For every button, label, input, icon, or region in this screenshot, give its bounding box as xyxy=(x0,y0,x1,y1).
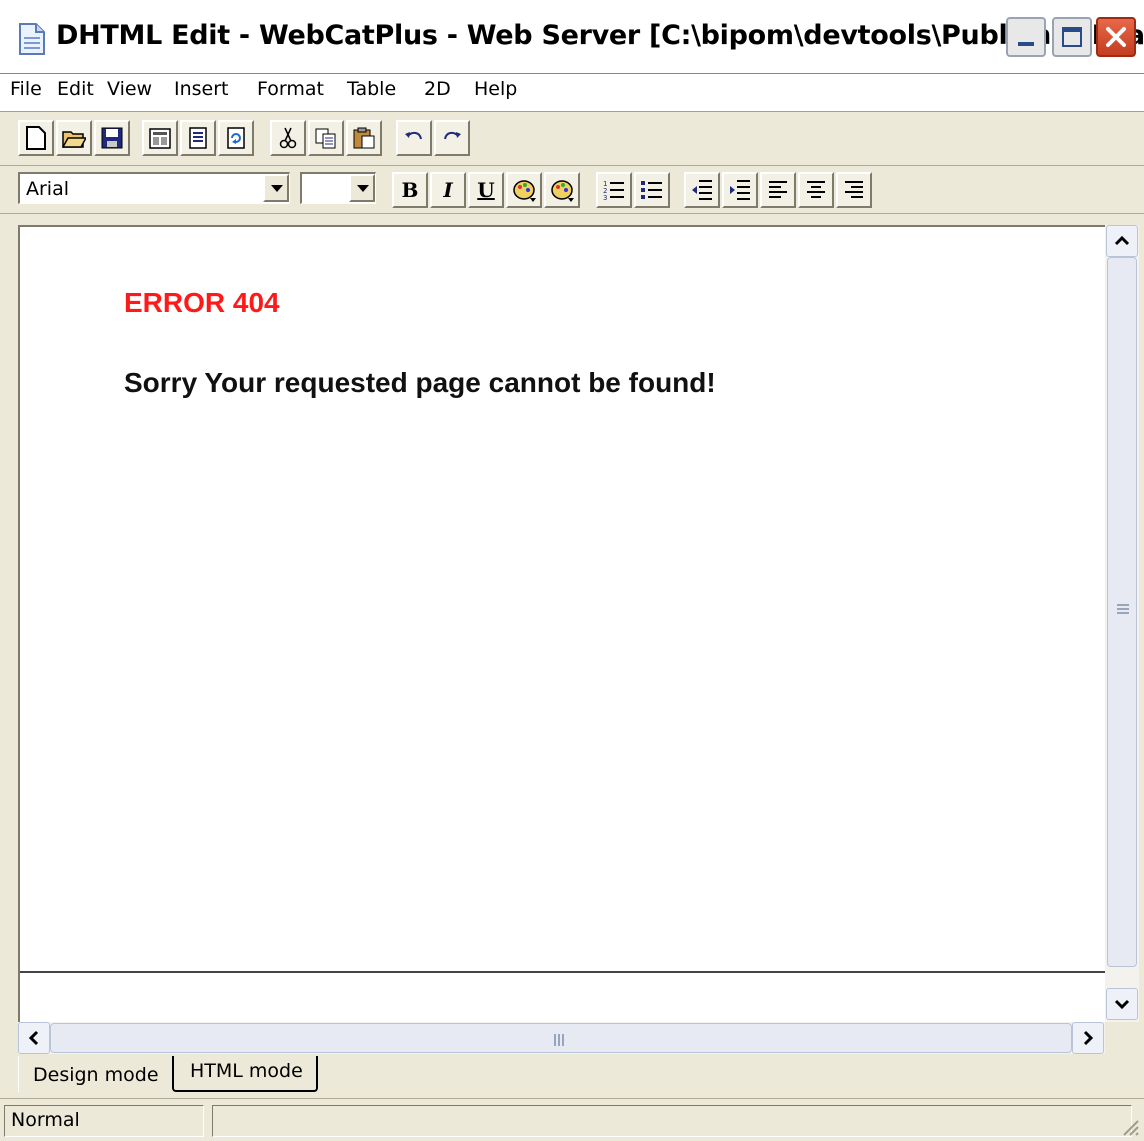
menu-insert[interactable]: Insert xyxy=(174,78,229,100)
menu-bar: File Edit View Insert Format Table 2D He… xyxy=(0,74,1144,112)
resize-grip-icon[interactable] xyxy=(1118,1115,1140,1137)
align-left-icon xyxy=(769,181,787,198)
redo-button[interactable] xyxy=(434,120,470,156)
copy-button[interactable] xyxy=(308,120,344,156)
scroll-up-button[interactable] xyxy=(1106,225,1138,257)
vertical-scrollbar[interactable] xyxy=(1105,225,1139,1022)
cut-button[interactable] xyxy=(270,120,306,156)
standard-toolbar xyxy=(0,112,1144,166)
align-center-icon xyxy=(807,181,825,198)
properties-button[interactable] xyxy=(142,120,178,156)
menu-table[interactable]: Table xyxy=(347,78,396,100)
size-select[interactable] xyxy=(300,172,376,204)
error-message: Sorry Your requested page cannot be foun… xyxy=(124,367,716,398)
format-toolbar: Arial B I U 123 xyxy=(0,166,1144,214)
svg-text:3: 3 xyxy=(603,194,607,202)
undo-button[interactable] xyxy=(396,120,432,156)
close-icon xyxy=(1106,27,1126,47)
outdent-button[interactable] xyxy=(684,172,720,208)
indent-icon xyxy=(730,180,750,200)
tab-design-mode[interactable]: Design mode xyxy=(18,1056,171,1092)
menu-edit[interactable]: Edit xyxy=(57,78,94,100)
mode-tabs: Design mode HTML mode xyxy=(0,1056,1144,1096)
close-button[interactable] xyxy=(1096,17,1136,57)
scroll-down-button[interactable] xyxy=(1106,988,1138,1020)
status-style: Normal xyxy=(4,1105,204,1137)
app-icon xyxy=(19,23,45,55)
menu-format[interactable]: Format xyxy=(257,78,324,100)
underline-button[interactable]: U xyxy=(468,172,504,208)
divider xyxy=(20,971,1105,973)
save-button[interactable] xyxy=(94,120,130,156)
align-right-icon xyxy=(845,181,863,198)
copy-icon xyxy=(315,128,336,149)
open-button[interactable] xyxy=(56,120,92,156)
editor-window: DHTML Edit - WebCatPlus - Web Server [C:… xyxy=(0,0,1144,1141)
align-left-button[interactable] xyxy=(760,172,796,208)
menu-help[interactable]: Help xyxy=(474,78,517,100)
refresh-icon xyxy=(227,127,245,149)
chevron-down-icon[interactable] xyxy=(263,174,289,202)
new-document-icon xyxy=(26,126,46,150)
font-select[interactable]: Arial xyxy=(18,172,290,204)
maximize-button[interactable] xyxy=(1052,17,1092,57)
foreground-color-button[interactable] xyxy=(506,172,542,208)
minimize-button[interactable] xyxy=(1006,17,1046,57)
vertical-scroll-thumb[interactable] xyxy=(1107,257,1137,967)
maximize-icon xyxy=(1062,27,1082,47)
new-button[interactable] xyxy=(18,120,54,156)
background-color-button[interactable] xyxy=(544,172,580,208)
chevron-right-icon xyxy=(1083,1030,1094,1046)
undo-icon xyxy=(405,131,422,140)
align-right-button[interactable] xyxy=(836,172,872,208)
status-bar: Normal xyxy=(0,1098,1144,1141)
scroll-left-button[interactable] xyxy=(18,1022,50,1054)
paste-button[interactable] xyxy=(346,120,382,156)
horizontal-scrollbar[interactable] xyxy=(18,1022,1105,1054)
properties-icon xyxy=(149,128,171,149)
window-title: DHTML Edit - WebCatPlus - Web Server [C:… xyxy=(56,20,1144,51)
bold-button[interactable]: B xyxy=(392,172,428,208)
numbered-list-icon: 123 xyxy=(603,180,624,202)
outdent-icon xyxy=(692,180,712,200)
foreground-color-icon xyxy=(513,180,536,202)
bulleted-list-button[interactable] xyxy=(634,172,670,208)
bulleted-list-icon xyxy=(641,181,662,199)
italic-button[interactable]: I xyxy=(430,172,466,208)
align-center-button[interactable] xyxy=(798,172,834,208)
italic-label: I xyxy=(443,178,453,202)
scroll-right-button[interactable] xyxy=(1072,1022,1104,1054)
bold-label: B xyxy=(401,178,419,202)
document-icon xyxy=(189,127,207,149)
error-heading: ERROR 404 xyxy=(124,287,280,318)
redo-icon xyxy=(444,131,461,140)
chevron-left-icon xyxy=(28,1030,39,1046)
status-info xyxy=(212,1105,1132,1137)
open-folder-icon xyxy=(62,131,86,148)
menu-view[interactable]: View xyxy=(107,78,152,100)
minimize-icon xyxy=(1018,42,1034,46)
font-value: Arial xyxy=(26,178,70,200)
chevron-down-icon xyxy=(1114,999,1130,1010)
menu-file[interactable]: File xyxy=(10,78,42,100)
document-button[interactable] xyxy=(180,120,216,156)
menu-2d[interactable]: 2D xyxy=(424,78,451,100)
indent-button[interactable] xyxy=(722,172,758,208)
tab-html-mode[interactable]: HTML mode xyxy=(172,1056,318,1092)
refresh-button[interactable] xyxy=(218,120,254,156)
horizontal-scroll-thumb[interactable] xyxy=(50,1023,1072,1053)
cut-icon xyxy=(279,127,297,149)
underline-label: U xyxy=(477,178,495,202)
chevron-up-icon xyxy=(1114,235,1130,246)
title-bar: DHTML Edit - WebCatPlus - Web Server [C:… xyxy=(0,0,1144,74)
background-color-icon xyxy=(551,180,574,202)
numbered-list-button[interactable]: 123 xyxy=(596,172,632,208)
grip-icon xyxy=(554,1033,566,1046)
grip-icon xyxy=(1117,604,1129,614)
design-canvas[interactable]: ERROR 404 Sorry Your requested page cann… xyxy=(18,225,1105,1022)
save-icon xyxy=(101,127,123,149)
chevron-down-icon[interactable] xyxy=(349,174,375,202)
paste-icon xyxy=(353,127,375,149)
